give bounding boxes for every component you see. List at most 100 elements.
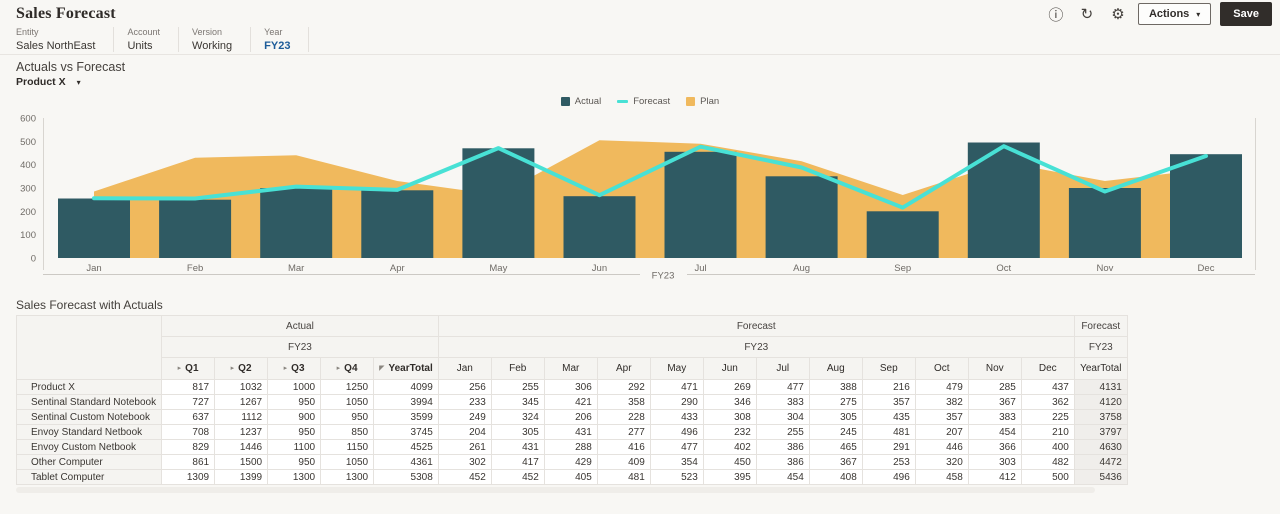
data-cell[interactable]: 417 [490,454,545,470]
data-cell[interactable]: 204 [437,424,492,440]
data-cell[interactable]: 435 [861,409,916,425]
data-cell[interactable]: 386 [755,454,810,470]
data-cell[interactable]: 477 [755,379,810,395]
actual-bar-dec[interactable] [1170,154,1242,258]
data-cell[interactable]: 308 [702,409,757,425]
data-cell[interactable]: 5436 [1073,469,1128,485]
data-cell[interactable]: 1000 [267,379,322,395]
data-cell[interactable]: 367 [808,454,863,470]
row-header-member[interactable]: Envoy Standard Netbook [15,424,163,440]
column-header-jun[interactable]: Jun [702,357,757,380]
product-member-selector[interactable]: Product X ▾ [16,76,81,88]
refresh-icon[interactable]: ↻ [1076,3,1098,25]
pov-member-value[interactable]: FY23 [264,40,290,52]
data-cell[interactable]: 1050 [320,454,375,470]
data-cell[interactable]: 269 [702,379,757,395]
data-cell[interactable]: 1500 [214,454,269,470]
data-cell[interactable]: 256 [437,379,492,395]
data-cell[interactable]: 708 [161,424,216,440]
data-cell[interactable]: 412 [967,469,1022,485]
actual-bar-may[interactable] [462,148,535,258]
data-cell[interactable]: 245 [808,424,863,440]
actual-bar-feb[interactable] [159,199,232,258]
column-header-aug[interactable]: Aug [808,357,863,380]
data-cell[interactable]: 400 [1020,439,1075,455]
data-cell[interactable]: 479 [914,379,969,395]
actual-bar-jun[interactable] [563,196,636,258]
data-cell[interactable]: 429 [543,454,598,470]
data-cell[interactable]: 416 [596,439,651,455]
data-cell[interactable]: 4131 [1073,379,1128,395]
column-header-q2[interactable]: ▸ Q2 [214,357,269,380]
data-cell[interactable]: 346 [702,394,757,410]
data-cell[interactable]: 950 [320,409,375,425]
data-cell[interactable]: 345 [490,394,545,410]
data-cell[interactable]: 1300 [267,469,322,485]
data-cell[interactable]: 408 [808,469,863,485]
data-cell[interactable]: 433 [649,409,704,425]
data-cell[interactable]: 950 [267,454,322,470]
legend-item-forecast[interactable]: Forecast [617,96,670,107]
data-cell[interactable]: 383 [755,394,810,410]
actual-bar-sep[interactable] [866,211,939,258]
data-cell[interactable]: 386 [755,439,810,455]
actual-bar-jan[interactable] [58,198,130,259]
data-cell[interactable]: 225 [1020,409,1075,425]
column-header-jan[interactable]: Jan [437,357,492,380]
column-header-may[interactable]: May [649,357,704,380]
column-header-feb[interactable]: Feb [490,357,545,380]
column-header-apr[interactable]: Apr [596,357,651,380]
expand-icon[interactable]: ▸ [284,364,288,372]
save-button[interactable]: Save [1220,2,1272,26]
row-header-member[interactable]: Sentinal Custom Notebook [15,409,163,425]
data-cell[interactable]: 500 [1020,469,1075,485]
data-cell[interactable]: 303 [967,454,1022,470]
data-cell[interactable]: 950 [267,424,322,440]
data-cell[interactable]: 523 [649,469,704,485]
scenario-group-header[interactable]: Forecast [1073,315,1128,337]
pov-item-year[interactable]: Year FY23 [264,27,310,52]
data-cell[interactable]: 4630 [1073,439,1128,455]
data-cell[interactable]: 1399 [214,469,269,485]
year-group-header[interactable]: FY23 [161,336,439,358]
data-cell[interactable]: 366 [967,439,1022,455]
data-cell[interactable]: 233 [437,394,492,410]
column-header-q1[interactable]: ▸ Q1 [161,357,216,380]
data-cell[interactable]: 288 [543,439,598,455]
data-cell[interactable]: 306 [543,379,598,395]
data-cell[interactable]: 291 [861,439,916,455]
expand-icon[interactable]: ▸ [178,364,182,372]
data-cell[interactable]: 3994 [373,394,439,410]
row-header-member[interactable]: Other Computer [15,454,163,470]
data-cell[interactable]: 900 [267,409,322,425]
actual-bar-mar[interactable] [260,188,333,258]
data-cell[interactable]: 496 [861,469,916,485]
data-cell[interactable]: 285 [967,379,1022,395]
data-cell[interactable]: 216 [861,379,916,395]
data-cell[interactable]: 362 [1020,394,1075,410]
scenario-group-header[interactable]: Actual [161,315,439,337]
data-cell[interactable]: 454 [967,424,1022,440]
data-cell[interactable]: 357 [914,409,969,425]
data-cell[interactable]: 388 [808,379,863,395]
data-cell[interactable]: 210 [1020,424,1075,440]
data-cell[interactable]: 1237 [214,424,269,440]
data-cell[interactable]: 3797 [1073,424,1128,440]
data-cell[interactable]: 950 [267,394,322,410]
data-cell[interactable]: 465 [808,439,863,455]
data-cell[interactable]: 290 [649,394,704,410]
legend-item-plan[interactable]: Plan [686,96,719,107]
data-cell[interactable]: 409 [596,454,651,470]
data-cell[interactable]: 446 [914,439,969,455]
settings-gear-icon[interactable]: ⚙ [1107,3,1129,25]
year-group-header[interactable]: FY23 [437,336,1075,358]
data-cell[interactable]: 3745 [373,424,439,440]
data-cell[interactable]: 458 [914,469,969,485]
data-cell[interactable]: 305 [808,409,863,425]
data-cell[interactable]: 1050 [320,394,375,410]
data-cell[interactable]: 249 [437,409,492,425]
data-cell[interactable]: 1250 [320,379,375,395]
data-cell[interactable]: 431 [543,424,598,440]
data-cell[interactable]: 481 [861,424,916,440]
data-cell[interactable]: 1309 [161,469,216,485]
